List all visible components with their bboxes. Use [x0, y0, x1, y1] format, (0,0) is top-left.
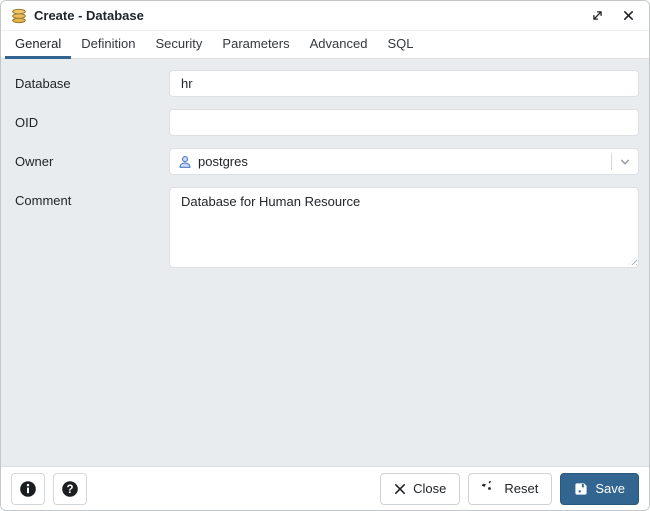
save-button[interactable]: Save — [560, 472, 639, 505]
save-button-label: Save — [595, 481, 625, 496]
comment-label: Comment — [15, 193, 72, 208]
close-x-icon — [395, 483, 406, 494]
owner-value: postgres — [198, 154, 248, 169]
dialog-title: Create - Database — [34, 8, 144, 23]
database-label: Database — [15, 76, 71, 91]
dialog-tabbar: General Definition Security Parameters A… — [1, 31, 649, 59]
comment-row: Comment Database for Human Resource — [15, 187, 639, 268]
info-icon — [20, 480, 36, 497]
reset-icon — [482, 481, 492, 490]
general-tab-panel: Database OID Owner — [1, 59, 649, 466]
owner-label: Owner — [15, 154, 54, 169]
oid-input[interactable] — [169, 109, 639, 136]
owner-row: Owner postgres — [15, 148, 639, 175]
create-database-dialog: Create - Database General Definition Sec… — [0, 0, 650, 511]
comment-textarea[interactable]: Database for Human Resource — [169, 187, 639, 268]
database-row: Database — [15, 70, 639, 97]
tab-security[interactable]: Security — [145, 31, 212, 59]
chevron-down-icon[interactable] — [612, 156, 638, 168]
tab-general[interactable]: General — [5, 31, 72, 59]
reset-button[interactable]: Reset — [468, 472, 553, 505]
database-input[interactable] — [169, 70, 639, 97]
maximize-icon[interactable] — [589, 7, 606, 24]
user-icon — [178, 155, 192, 169]
dialog-footer: ? Close Reset Save — [1, 466, 649, 510]
oid-row: OID — [15, 109, 639, 136]
help-icon: ? — [62, 480, 78, 497]
close-button-label: Close — [413, 481, 447, 496]
dialog-header: Create - Database — [1, 1, 649, 31]
info-button[interactable] — [11, 472, 45, 505]
database-coins-icon — [11, 8, 27, 24]
owner-select[interactable]: postgres — [169, 148, 639, 175]
close-button[interactable]: Close — [380, 472, 461, 505]
close-icon[interactable] — [620, 7, 637, 24]
tab-sql[interactable]: SQL — [377, 31, 423, 59]
save-icon — [575, 482, 587, 495]
svg-text:?: ? — [66, 484, 73, 496]
tab-parameters[interactable]: Parameters — [212, 31, 299, 59]
tab-advanced[interactable]: Advanced — [300, 31, 378, 59]
oid-label: OID — [15, 115, 39, 130]
tab-definition[interactable]: Definition — [71, 31, 145, 59]
help-button[interactable]: ? — [53, 472, 87, 505]
reset-button-label: Reset — [504, 481, 539, 496]
